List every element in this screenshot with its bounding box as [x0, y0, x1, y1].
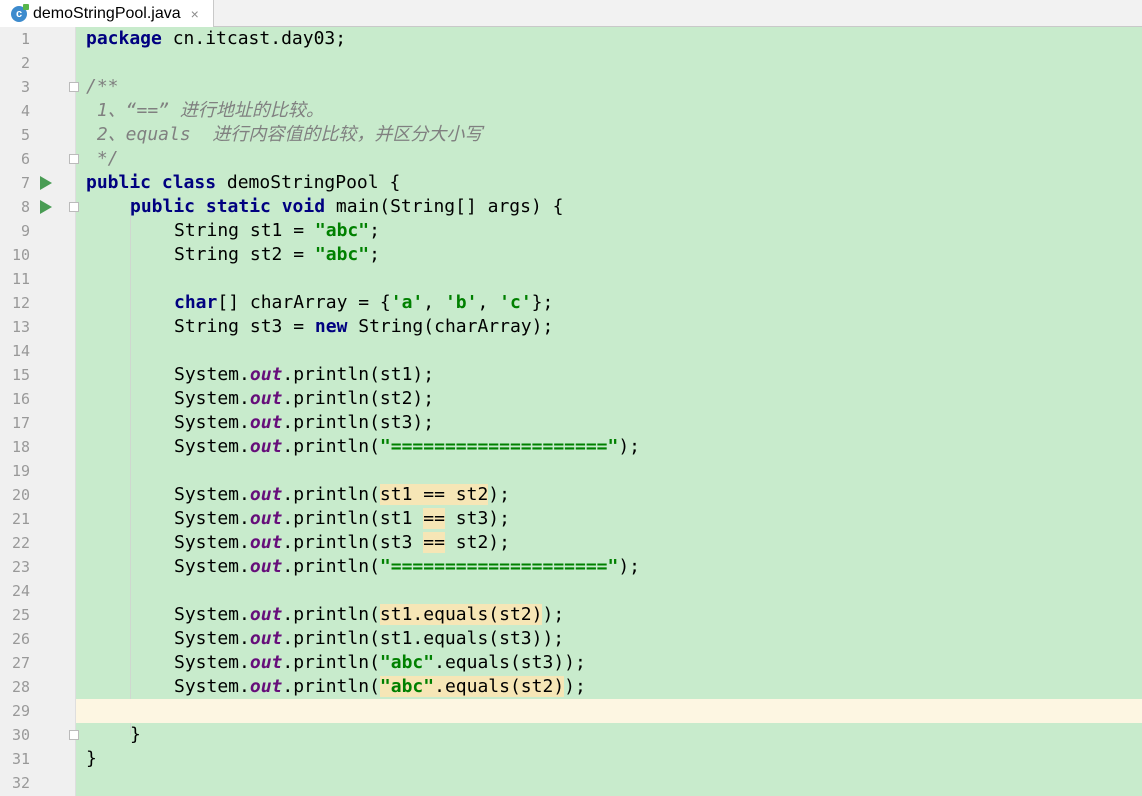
line-number: 11: [11, 270, 30, 288]
line-number: 2: [20, 54, 30, 72]
java-class-icon: c: [11, 3, 29, 22]
line-number: 8: [20, 198, 30, 216]
line-number: 12: [11, 294, 30, 312]
line-number: 9: [20, 222, 30, 240]
line-number: 22: [11, 534, 30, 552]
line-number: 6: [20, 150, 30, 168]
code-line[interactable]: package cn.itcast.day03;: [76, 27, 1142, 51]
code-line[interactable]: public class demoStringPool {: [76, 171, 1142, 195]
code-line[interactable]: String st2 = "abc";: [76, 243, 1142, 267]
code-line[interactable]: public static void main(String[] args) {: [76, 195, 1142, 219]
line-number: 16: [11, 390, 30, 408]
line-number: 17: [11, 414, 30, 432]
line-number: 31: [11, 750, 30, 768]
line-number: 30: [11, 726, 30, 744]
code-line[interactable]: System.out.println("====================…: [76, 555, 1142, 579]
code-line[interactable]: System.out.println(st3);: [76, 411, 1142, 435]
code-line[interactable]: System.out.println("abc".equals(st2));: [76, 675, 1142, 699]
code-line[interactable]: }: [76, 747, 1142, 771]
code-line[interactable]: System.out.println(st1);: [76, 363, 1142, 387]
line-number: 15: [11, 366, 30, 384]
line-number: 19: [11, 462, 30, 480]
code-line[interactable]: System.out.println(st2);: [76, 387, 1142, 411]
line-number: 10: [11, 246, 30, 264]
run-gutter-icon[interactable]: [40, 200, 52, 214]
code-line[interactable]: 1、“==” 进行地址的比较。: [76, 99, 1142, 123]
close-tab-icon[interactable]: ×: [191, 6, 199, 22]
code-line[interactable]: System.out.println(st1.equals(st2));: [76, 603, 1142, 627]
line-number: 3: [20, 78, 30, 96]
editor-tab-bar: c demoStringPool.java ×: [0, 0, 1142, 27]
line-number: 7: [20, 174, 30, 192]
line-number: 18: [11, 438, 30, 456]
line-number: 28: [11, 678, 30, 696]
line-number: 14: [11, 342, 30, 360]
code-line[interactable]: System.out.println(st1 == st3);: [76, 507, 1142, 531]
code-line[interactable]: /**: [76, 75, 1142, 99]
code-line[interactable]: String st3 = new String(charArray);: [76, 315, 1142, 339]
line-number: 25: [11, 606, 30, 624]
line-number: 23: [11, 558, 30, 576]
code-editor[interactable]: package cn.itcast.day03; /** 1、“==” 进行地址…: [76, 27, 1142, 796]
current-line[interactable]: [76, 699, 1142, 723]
code-line[interactable]: }: [76, 723, 1142, 747]
line-number: 5: [20, 126, 30, 144]
run-gutter-icon[interactable]: [40, 176, 52, 190]
line-number: 29: [11, 702, 30, 720]
line-number: 1: [20, 30, 30, 48]
line-number: 4: [20, 102, 30, 120]
file-tab-title: demoStringPool.java: [33, 4, 181, 22]
code-line[interactable]: System.out.println("abc".equals(st3));: [76, 651, 1142, 675]
line-number: 20: [11, 486, 30, 504]
line-number-gutter[interactable]: 1 2 3 4 5 6 7 8 9 10 11 12 13 14 15 16 17 18 19 20 21 22 23 24 2…: [0, 27, 79, 796]
code-line[interactable]: 2、equals 进行内容值的比较，并区分大小写: [76, 123, 1142, 147]
code-line[interactable]: String st1 = "abc";: [76, 219, 1142, 243]
line-number: 32: [11, 774, 30, 792]
code-line[interactable]: System.out.println(st1 == st2);: [76, 483, 1142, 507]
code-line[interactable]: System.out.println(st1.equals(st3));: [76, 627, 1142, 651]
line-number: 24: [11, 582, 30, 600]
line-number: 21: [11, 510, 30, 528]
file-tab[interactable]: c demoStringPool.java ×: [0, 0, 214, 27]
line-number: 26: [11, 630, 30, 648]
line-number: 27: [11, 654, 30, 672]
code-line[interactable]: char[] charArray = {'a', 'b', 'c'};: [76, 291, 1142, 315]
line-number: 13: [11, 318, 30, 336]
code-line[interactable]: System.out.println("====================…: [76, 435, 1142, 459]
code-line[interactable]: System.out.println(st3 == st2);: [76, 531, 1142, 555]
code-line[interactable]: */: [76, 147, 1142, 171]
